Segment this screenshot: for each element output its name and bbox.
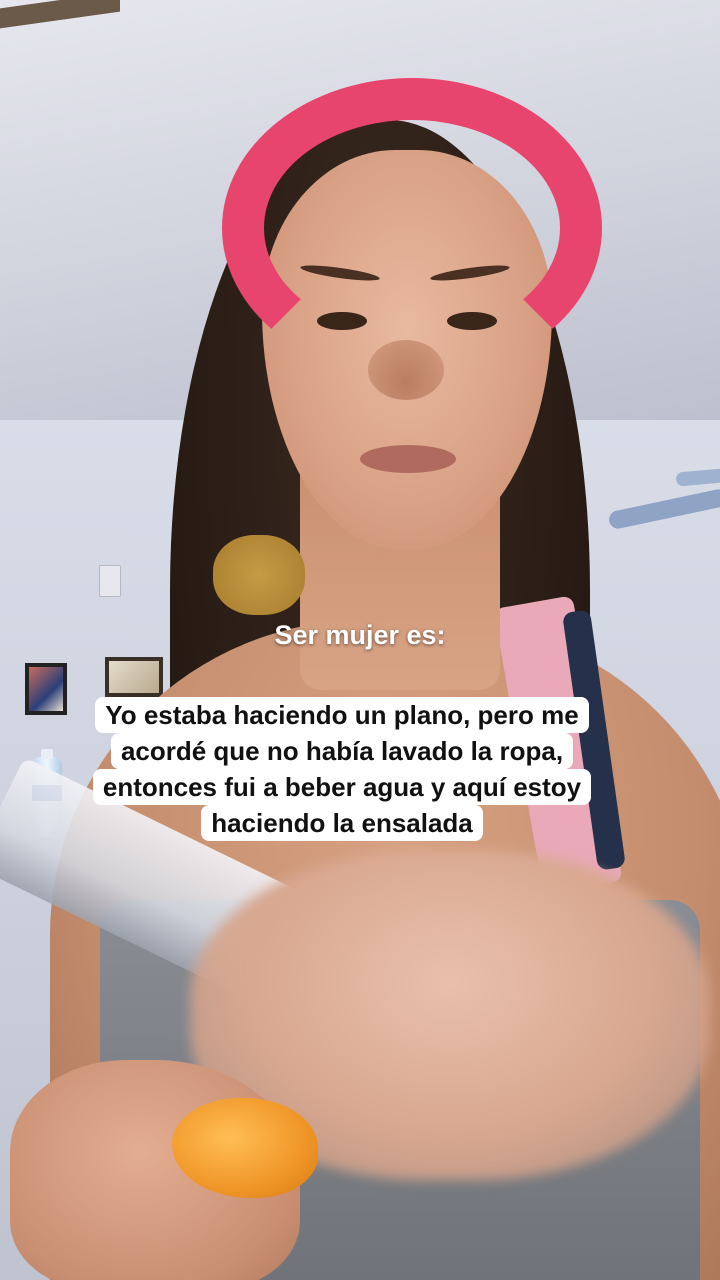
caption-line: haciendo la ensalada xyxy=(201,805,483,841)
hair-scrunchie xyxy=(213,535,305,615)
caption-line: entonces fui a beber agua y aquí estoy xyxy=(92,769,592,805)
caption-text: Yo estaba haciendo un plano, pero me aco… xyxy=(80,697,604,841)
pink-headband xyxy=(222,78,602,378)
caption-title: Ser mujer es: xyxy=(274,620,446,650)
caption-line: Yo estaba haciendo un plano, pero me xyxy=(95,697,589,733)
wall-outlet xyxy=(99,565,121,597)
mouth xyxy=(360,445,456,473)
picture-frame xyxy=(105,657,163,697)
caption-line: acordé que no había lavado la ropa, xyxy=(110,733,574,769)
picture-frame xyxy=(25,663,67,715)
